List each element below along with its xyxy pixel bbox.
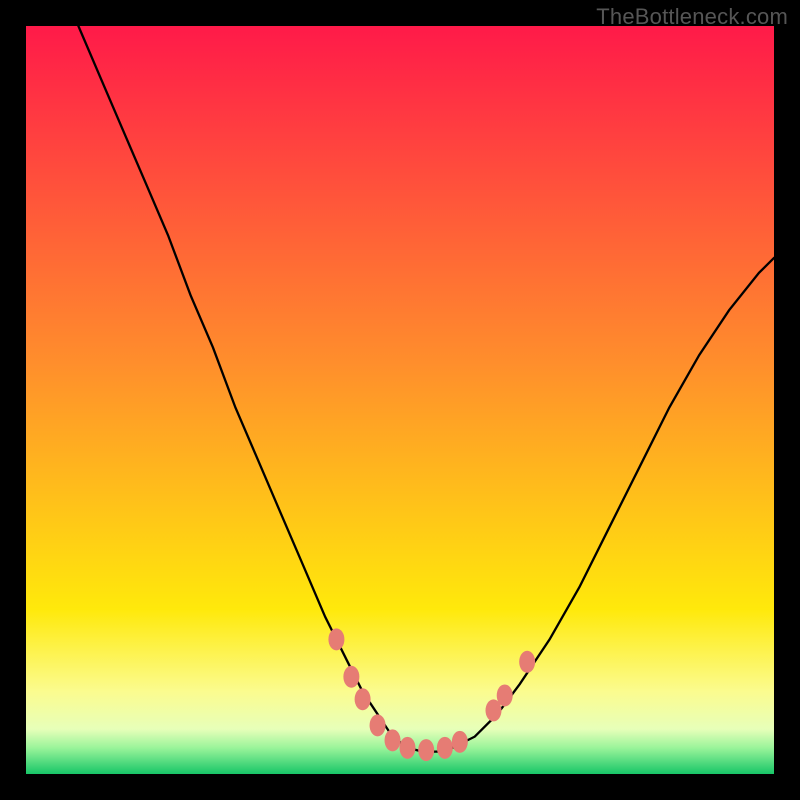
chart-frame: TheBottleneck.com <box>0 0 800 800</box>
curve-marker <box>497 684 513 706</box>
curve-marker <box>355 688 371 710</box>
curve-marker <box>385 729 401 751</box>
curve-marker <box>328 628 344 650</box>
curve-marker <box>437 737 453 759</box>
bottleneck-curve-plot <box>26 26 774 774</box>
curve-marker <box>519 651 535 673</box>
curve-marker <box>343 666 359 688</box>
watermark-text: TheBottleneck.com <box>596 4 788 30</box>
curve-marker <box>452 731 468 753</box>
curve-marker <box>418 739 434 761</box>
curve-marker <box>370 714 386 736</box>
gradient-background <box>26 26 774 774</box>
curve-marker <box>399 737 415 759</box>
